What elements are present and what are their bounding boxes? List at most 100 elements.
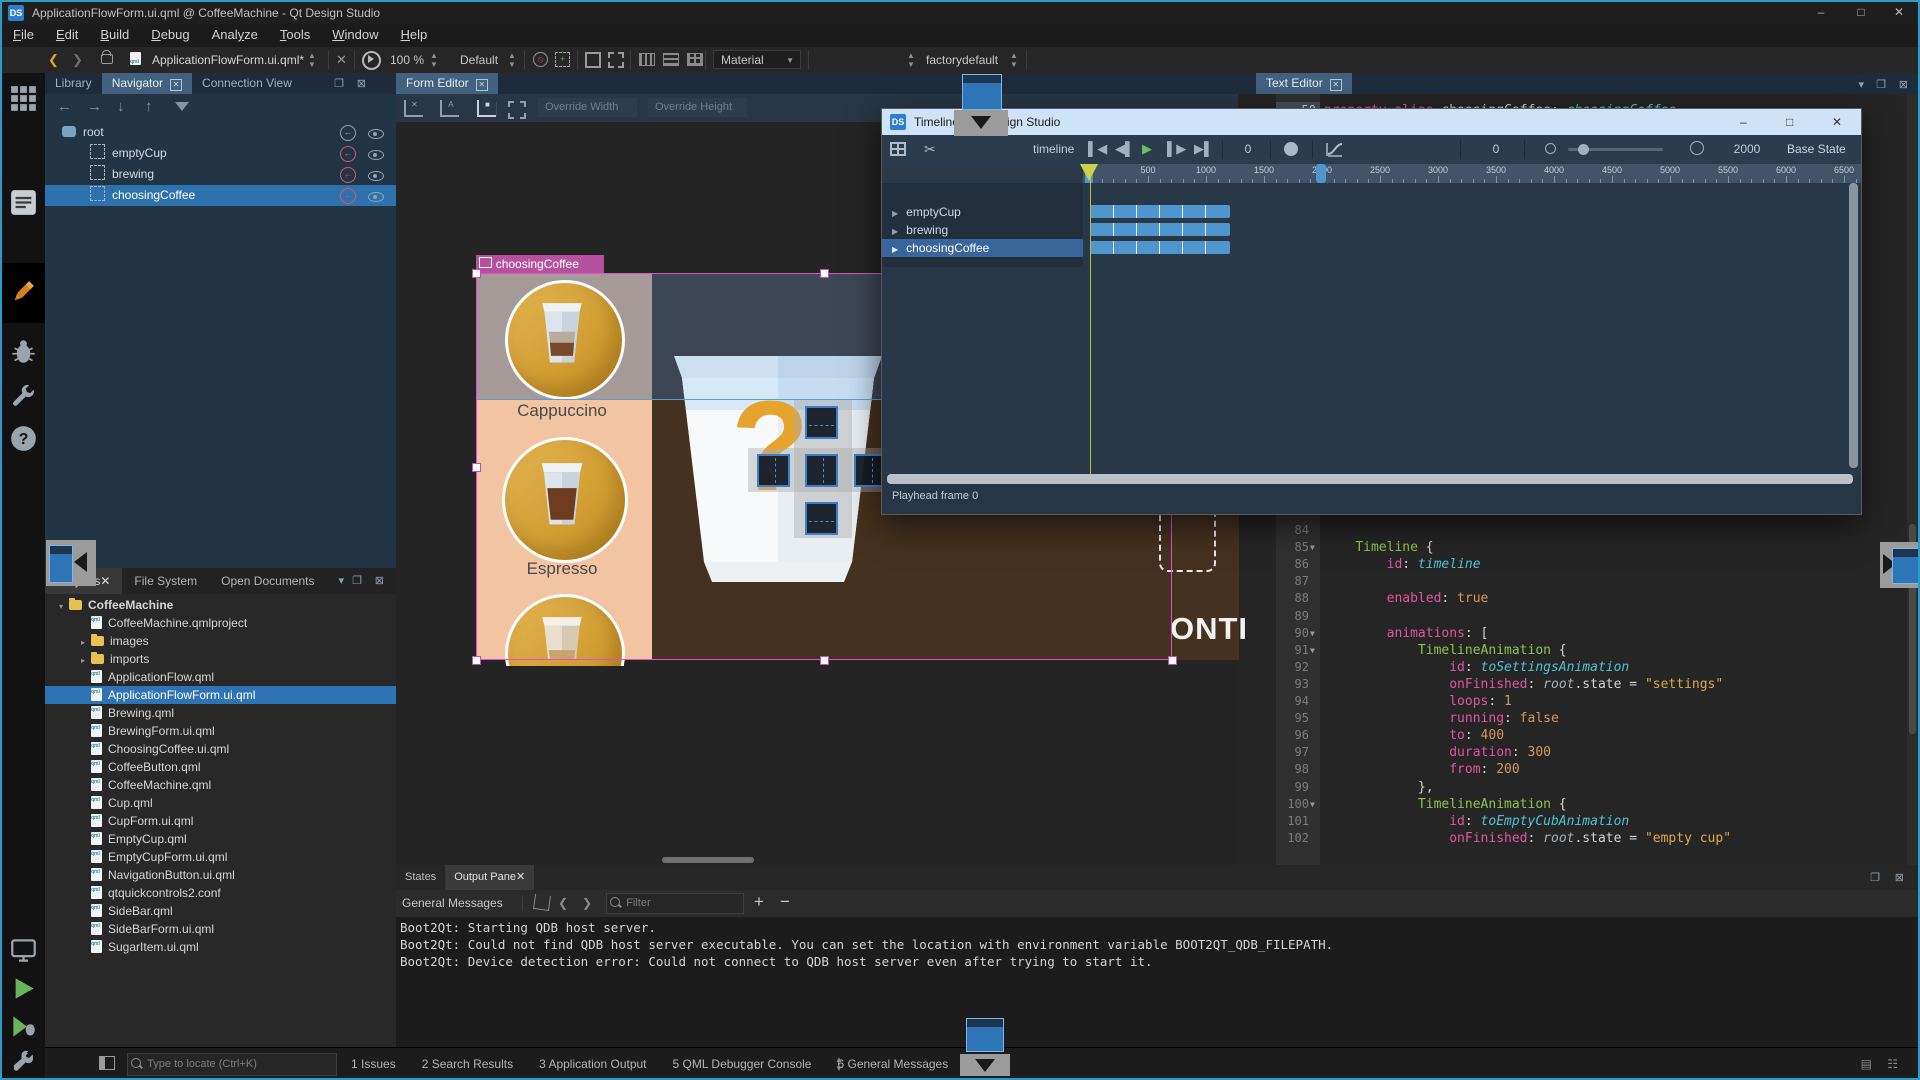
run-button-icon[interactable]	[10, 975, 37, 1002]
zoom-out-output-button[interactable]: −	[780, 892, 790, 912]
projects-dropdown-icon[interactable]: ▾	[338, 574, 344, 587]
keyframe-marker-top[interactable]	[805, 406, 838, 439]
tab-open-documents[interactable]: Open Documents	[209, 568, 326, 594]
code-line[interactable]: 95 running: false	[1238, 710, 1920, 727]
tab-states[interactable]: States	[396, 865, 445, 890]
navigator-close-icon[interactable]: ⊠	[357, 77, 366, 90]
tab-output-pane[interactable]: Output Pane✕	[445, 865, 534, 890]
code-line[interactable]: 86 id: timeline	[1238, 556, 1920, 573]
code-line[interactable]: 101 id: toEmptyCubAnimation	[1238, 813, 1920, 830]
locator-input[interactable]: Type to locate (Ctrl+K)	[127, 1053, 337, 1076]
navigator-item-brewing[interactable]: brewing←	[45, 164, 396, 185]
menu-build[interactable]: Build	[89, 24, 140, 45]
code-line[interactable]: 99 },	[1238, 779, 1920, 796]
playback-loop-field[interactable]: 0	[1482, 142, 1510, 156]
timeline-zoom-slider[interactable]	[1568, 148, 1663, 151]
file-item[interactable]: BrewingForm.ui.qml	[45, 722, 432, 740]
play-button[interactable]: ▶	[1142, 141, 1152, 157]
timeline-end-marker[interactable]	[1316, 164, 1326, 183]
projects-close-icon[interactable]: ⊠	[375, 574, 384, 587]
file-item[interactable]: ChoosingCoffee.ui.qml	[45, 740, 432, 758]
no-snapping-icon[interactable]: ✕	[404, 100, 423, 117]
close-button[interactable]: ✕	[1882, 2, 1916, 22]
file-item[interactable]: Brewing.qml	[45, 704, 432, 722]
export-toggle-icon[interactable]: ←	[340, 146, 356, 162]
output-close-icon[interactable]: ⊠	[1895, 871, 1904, 884]
code-line[interactable]: 97 duration: 300	[1238, 744, 1920, 761]
export-toggle-icon[interactable]: ←	[340, 188, 356, 204]
code-line[interactable]: 89	[1238, 608, 1920, 625]
zoom-in-output-button[interactable]: +	[754, 892, 764, 912]
file-item[interactable]: ▸imports	[45, 650, 432, 668]
forward-button[interactable]: ❯	[72, 52, 83, 68]
file-item[interactable]: ApplicationFlow.qml	[45, 668, 432, 686]
back-button[interactable]: ❮	[48, 52, 59, 68]
frame-add-icon[interactable]	[608, 52, 624, 68]
edit-mode-icon[interactable]	[10, 189, 37, 216]
minimize-button[interactable]: –	[1804, 2, 1838, 22]
tab-library[interactable]: Library	[45, 73, 102, 94]
code-line[interactable]: 85▼ Timeline {	[1238, 539, 1920, 556]
add-frame-icon[interactable]: +	[555, 52, 570, 67]
state-selector-button[interactable]: Base State	[1787, 142, 1846, 156]
fold-arrow-icon[interactable]: ▼	[1310, 642, 1315, 659]
visibility-eye-icon[interactable]	[368, 192, 384, 202]
file-item[interactable]: CoffeeButton.qml	[45, 758, 432, 776]
rows-layout-icon[interactable]	[663, 53, 679, 66]
menu-file[interactable]: File	[2, 24, 45, 45]
menu-edit[interactable]: Edit	[45, 24, 89, 45]
curve-picker-icon[interactable]: ✂	[924, 141, 936, 158]
move-right-icon[interactable]: →	[87, 98, 102, 115]
editor-close-icon[interactable]: ⊠	[1899, 78, 1908, 91]
timeline-combobox[interactable]: timeline	[1033, 142, 1074, 156]
resize-handle-tl[interactable]	[472, 269, 481, 278]
progress-icon[interactable]: ▤	[1861, 1057, 1872, 1071]
clear-output-icon[interactable]	[533, 894, 551, 911]
fold-arrow-icon[interactable]: ▼	[1310, 539, 1315, 556]
keyframe-bar[interactable]	[1090, 241, 1230, 254]
statusbar-general-messages-button[interactable]: 6 General Messages	[837, 1057, 948, 1071]
prev-item-icon[interactable]: ❮	[558, 896, 568, 910]
end-frame-field[interactable]: 2000	[1727, 142, 1767, 156]
code-line[interactable]: 102 onFinished: root.state = "empty cup"	[1238, 830, 1920, 847]
keyframe-bar[interactable]	[1090, 223, 1230, 236]
output-split-icon[interactable]: ❐	[1870, 871, 1880, 884]
timeline-close-button[interactable]: ✕	[1832, 115, 1842, 129]
fold-arrow-icon[interactable]: ▼	[1310, 796, 1315, 813]
tab-close-icon[interactable]: ✕	[476, 79, 488, 91]
menu-help[interactable]: Help	[389, 24, 438, 45]
export-toggle-icon[interactable]: ←	[340, 167, 356, 183]
menu-debug[interactable]: Debug	[140, 24, 200, 45]
continue-button-text[interactable]: ONTI	[1170, 611, 1248, 647]
grid-layout-icon[interactable]	[687, 53, 703, 66]
code-line[interactable]: 93 onFinished: root.state = "settings"	[1238, 676, 1920, 693]
previous-frame-button[interactable]: ◀▌	[1115, 141, 1134, 157]
track-expander-icon[interactable]: ▶	[892, 227, 898, 236]
to-start-button[interactable]: ▌◀	[1088, 141, 1107, 157]
code-line[interactable]: 87	[1238, 573, 1920, 590]
code-line[interactable]: 94 loops: 1	[1238, 693, 1920, 710]
show-bounds-icon[interactable]	[508, 101, 526, 119]
toggle-sidebar-icon[interactable]	[99, 1056, 115, 1070]
track-expander-icon[interactable]: ▶	[892, 209, 898, 218]
debug-mode-icon[interactable]	[10, 338, 37, 365]
keyframe-marker-bottom[interactable]	[805, 502, 838, 535]
timeline-minimize-button[interactable]: –	[1740, 115, 1747, 129]
filter-icon[interactable]	[175, 102, 189, 111]
menu-analyze[interactable]: Analyze	[201, 24, 269, 45]
annotation-icon[interactable]: ⦸	[533, 52, 548, 67]
editor-v-scrollbar[interactable]	[1907, 94, 1918, 865]
code-line[interactable]: 90▼ animations: [	[1238, 625, 1920, 642]
zoom-out-icon[interactable]	[1545, 143, 1556, 154]
file-dropdown-arrows-icon[interactable]: ▲▼	[308, 51, 316, 69]
resize-handle-tm[interactable]	[820, 269, 829, 278]
tab-close-icon[interactable]: ✕	[100, 574, 110, 588]
frame-icon[interactable]	[585, 52, 601, 68]
design-mode-icon[interactable]	[10, 278, 37, 305]
snapping-icon[interactable]: ■	[477, 100, 496, 117]
record-button[interactable]	[1284, 142, 1298, 156]
timeline-track-emptyCup[interactable]: ▶emptyCup	[882, 203, 1083, 221]
file-item[interactable]: SugarItem.ui.qml	[45, 938, 432, 956]
file-item[interactable]: ApplicationFlowForm.ui.qml	[45, 686, 432, 704]
visibility-eye-icon[interactable]	[368, 150, 384, 160]
